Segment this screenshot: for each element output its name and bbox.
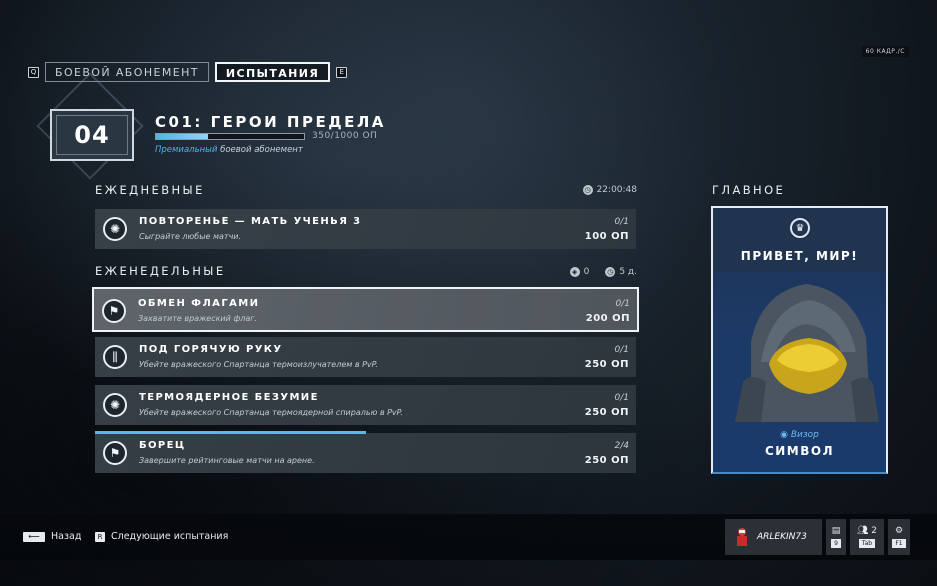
- helmet-visor-image: [735, 284, 879, 422]
- challenge-weekly-4[interactable]: ⚑ БОРЕЦ Завершите рейтинговые матчи на а…: [95, 431, 636, 473]
- season-progress-text: 350/1000 ОП: [312, 131, 378, 141]
- challenge-desc: Убейте вражеского Спартанца термоядерной…: [139, 408, 403, 417]
- tab-right-key: E: [336, 66, 348, 78]
- gear-icon: ✺: [103, 393, 127, 417]
- challenge-points: 250 ОП: [584, 359, 629, 370]
- challenge-weekly-2[interactable]: ⫼ ПОД ГОРЯЧУЮ РУКУ Убейте вражеского Спа…: [95, 337, 636, 377]
- challenge-points: 250 ОП: [584, 455, 629, 466]
- friends-button[interactable]: 👥︎ 2 Tab: [850, 519, 884, 555]
- challenge-weekly-3[interactable]: ✺ ТЕРМОЯДЕРНОЕ БЕЗУМИЕ Убейте вражеского…: [95, 385, 636, 425]
- challenge-weekly-1[interactable]: ⚑ ОБМЕН ФЛАГАМИ Захватите вражеский флаг…: [92, 287, 639, 332]
- challenge-progress-bar: [95, 431, 366, 434]
- friends-icon: 👥︎: [856, 526, 872, 536]
- gear-icon: ✺: [103, 217, 127, 241]
- next-key: R: [95, 531, 105, 542]
- season-progress-bar: [155, 133, 305, 140]
- challenge-count: 0/1: [615, 299, 630, 309]
- clock-icon: ◷: [582, 185, 593, 195]
- back-key-icon: ⟵: [23, 531, 45, 542]
- clock-icon: ◷: [605, 267, 616, 277]
- featured-reward-name: СИМВОЛ: [764, 444, 835, 458]
- weekly-meta: ◈ 0 ◷ 5 д.: [569, 267, 637, 277]
- friends-count-row: 👥︎ 2: [857, 526, 877, 536]
- premium-label: Премиальный боевой абонемент: [155, 145, 303, 155]
- premium-highlight: Премиальный: [155, 145, 218, 155]
- settings-button[interactable]: ⚙ F1: [888, 519, 910, 555]
- visor-icon: ◉: [780, 430, 791, 440]
- challenge-daily-1[interactable]: ✺ ПОВТОРЕНЬЕ — МАТЬ УЧЕНЬЯ 3 Сыграйте лю…: [95, 209, 636, 249]
- challenge-points: 250 ОП: [584, 407, 629, 418]
- challenge-count: 0/1: [614, 345, 629, 355]
- challenge-desc: Сыграйте любые матчи.: [139, 232, 242, 241]
- friends-count: 2: [871, 526, 878, 536]
- challenge-desc: Убейте вражеского Спартанца термоизлучат…: [139, 360, 378, 369]
- reroll-icon: ◈: [569, 267, 580, 277]
- chat-button[interactable]: ▤ 9: [826, 519, 846, 555]
- next-label: Следующие испытания: [111, 531, 229, 542]
- chat-icon: ▤: [831, 526, 841, 536]
- featured-challenge-name: ПРИВЕТ, МИР!: [740, 249, 859, 263]
- tab-challenges[interactable]: ИСПЫТАНИЯ: [214, 62, 331, 82]
- gear-icon: ⚙: [894, 526, 904, 536]
- challenge-desc: Завершите рейтинговые матчи на арене.: [139, 456, 315, 465]
- daily-timer: ◷ 22:00:48: [582, 185, 637, 195]
- featured-reward-type: ◉ Визор: [713, 430, 886, 440]
- challenge-points: 200 ОП: [585, 313, 630, 324]
- challenge-points: 100 ОП: [584, 231, 629, 242]
- challenge-name: БОРЕЦ: [139, 440, 186, 451]
- challenge-name: ПОВТОРЕНЬЕ — МАТЬ УЧЕНЬЯ 3: [139, 216, 362, 227]
- fps-counter: 60 КАДР./С: [861, 46, 909, 57]
- friends-key: Tab: [858, 539, 876, 548]
- next-challenges-hint[interactable]: R Следующие испытания: [95, 531, 228, 542]
- top-tabs: Q БОЕВОЙ АБОНЕМЕНТ ИСПЫТАНИЯ E: [28, 62, 348, 82]
- back-label: Назад: [51, 531, 82, 542]
- tab-left-key: Q: [28, 66, 39, 78]
- premium-rest: боевой абонемент: [217, 145, 303, 155]
- chat-key: 9: [831, 539, 841, 548]
- challenge-count: 2/4: [614, 441, 629, 451]
- featured-reward-type-text: Визор: [790, 430, 819, 440]
- avatar: [733, 526, 751, 548]
- avatar-icon: [737, 528, 747, 546]
- back-hint[interactable]: ⟵ Назад: [23, 531, 81, 542]
- challenge-name: ПОД ГОРЯЧУЮ РУКУ: [139, 344, 283, 355]
- challenge-desc: Захватите вражеский флаг.: [138, 314, 257, 323]
- challenge-name: ТЕРМОЯДЕРНОЕ БЕЗУМИЕ: [139, 392, 319, 403]
- season-level-emblem: 04: [50, 109, 134, 161]
- flag-icon: ⚑: [103, 441, 127, 465]
- weapon-icon: ⫼: [103, 345, 127, 369]
- challenge-name: ОБМЕН ФЛАГАМИ: [138, 298, 260, 309]
- settings-key: F1: [892, 539, 906, 548]
- daily-section-title: ЕЖЕДНЕВНЫЕ: [95, 183, 205, 197]
- weekly-rerolls: 0: [583, 267, 590, 277]
- daily-timer-text: 22:00:48: [596, 185, 637, 195]
- weekly-section-title: ЕЖЕНЕДЕЛЬНЫЕ: [95, 264, 226, 278]
- season-level: 04: [56, 115, 128, 155]
- featured-section-title: ГЛАВНОЕ: [712, 183, 786, 197]
- tab-battle-pass[interactable]: БОЕВОЙ АБОНЕМЕНТ: [45, 62, 209, 82]
- featured-reward-card[interactable]: ♛ ПРИВЕТ, МИР! ◉ Визор СИМВОЛ: [711, 206, 888, 474]
- season-progress-fill: [156, 134, 208, 139]
- player-card[interactable]: ARLEKIN73: [725, 519, 822, 555]
- laurel-badge-icon: ♛: [790, 218, 810, 238]
- flag-icon: ⚑: [102, 299, 126, 323]
- weekly-days: 5 д.: [619, 267, 637, 277]
- challenge-count: 0/1: [614, 217, 629, 227]
- player-name: ARLEKIN73: [757, 532, 807, 542]
- challenge-count: 0/1: [614, 393, 629, 403]
- season-title: С01: ГЕРОИ ПРЕДЕЛА: [155, 113, 386, 131]
